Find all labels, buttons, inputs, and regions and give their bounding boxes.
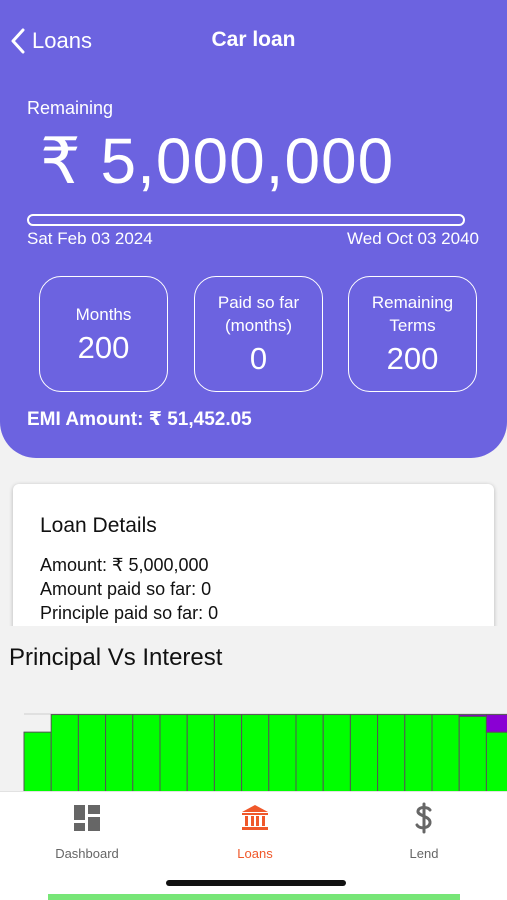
bank-icon bbox=[242, 805, 268, 830]
end-date: Wed Oct 03 2040 bbox=[347, 229, 479, 248]
tab-loans[interactable]: Loans bbox=[195, 802, 315, 861]
chart-bar-principal bbox=[132, 714, 161, 793]
chart-bar-interest bbox=[458, 714, 487, 717]
dollar-icon bbox=[415, 802, 432, 834]
chart-bar-principal bbox=[159, 714, 188, 793]
loan-details-title: Loan Details bbox=[40, 514, 157, 537]
stat-months: Months 200 bbox=[39, 276, 168, 392]
stat-remaining-terms-value: 200 bbox=[386, 341, 439, 376]
chart-plot bbox=[23, 713, 507, 793]
chart-bar-principal bbox=[186, 714, 215, 793]
stat-paid-months: Paid so far (months) 0 bbox=[194, 276, 323, 392]
chart-bar-principal bbox=[241, 714, 270, 793]
stat-paid-months-value: 0 bbox=[249, 341, 268, 376]
chart-bar-principal bbox=[404, 714, 433, 793]
chart-bar-interest bbox=[485, 714, 507, 733]
remaining-label: Remaining bbox=[27, 98, 114, 118]
tab-lend[interactable]: Lend bbox=[364, 802, 484, 861]
loan-amount: Amount: ₹ 5,000,000 bbox=[40, 555, 209, 575]
loan-header: Loans Car loan Remaining ₹ 5,000,000 Sat… bbox=[0, 0, 507, 458]
chart-bar-principal bbox=[23, 731, 52, 793]
chart-bar-principal bbox=[77, 714, 107, 793]
chart-bar-principal bbox=[268, 714, 297, 793]
principal-interest-chart: Principal Vs Interest bbox=[0, 626, 507, 796]
chart-bar-principal bbox=[485, 731, 507, 793]
emi-amount: EMI Amount: ₹ 51,452.05 bbox=[27, 409, 252, 430]
chart-bar-principal bbox=[105, 714, 134, 793]
stat-months-value: 200 bbox=[77, 329, 130, 365]
stat-remaining-terms: Remaining Terms 200 bbox=[348, 276, 477, 392]
tab-lend-label: Lend bbox=[409, 846, 439, 861]
home-indicator bbox=[166, 880, 346, 886]
loan-progress-bar bbox=[27, 214, 465, 226]
tab-loans-label: Loans bbox=[237, 846, 273, 861]
dashboard-icon bbox=[74, 805, 100, 831]
chart-bar-principal bbox=[377, 714, 406, 793]
amount-paid: Amount paid so far: 0 bbox=[40, 579, 212, 599]
chart-bar-principal bbox=[322, 714, 351, 793]
chart-bar-principal bbox=[213, 714, 243, 793]
chart-bar-principal bbox=[458, 715, 487, 793]
chart-bar-principal bbox=[431, 714, 460, 793]
stat-months-label: Months bbox=[75, 304, 132, 324]
remaining-amount: ₹ 5,000,000 bbox=[40, 125, 395, 197]
chart-bar-principal bbox=[50, 714, 79, 793]
principle-paid: Principle paid so far: 0 bbox=[40, 603, 219, 623]
chart-bar-principal bbox=[295, 714, 324, 793]
stat-paid-months-label: Paid so far (months) bbox=[217, 293, 300, 335]
chart-bar-principal bbox=[349, 714, 379, 793]
stat-remaining-terms-label: Remaining Terms bbox=[371, 293, 454, 335]
tab-dashboard-label: Dashboard bbox=[55, 846, 119, 861]
chart-overflow-strip bbox=[48, 894, 460, 900]
start-date: Sat Feb 03 2024 bbox=[27, 229, 153, 248]
tab-dashboard[interactable]: Dashboard bbox=[27, 802, 147, 861]
page-title: Car loan bbox=[211, 28, 296, 51]
